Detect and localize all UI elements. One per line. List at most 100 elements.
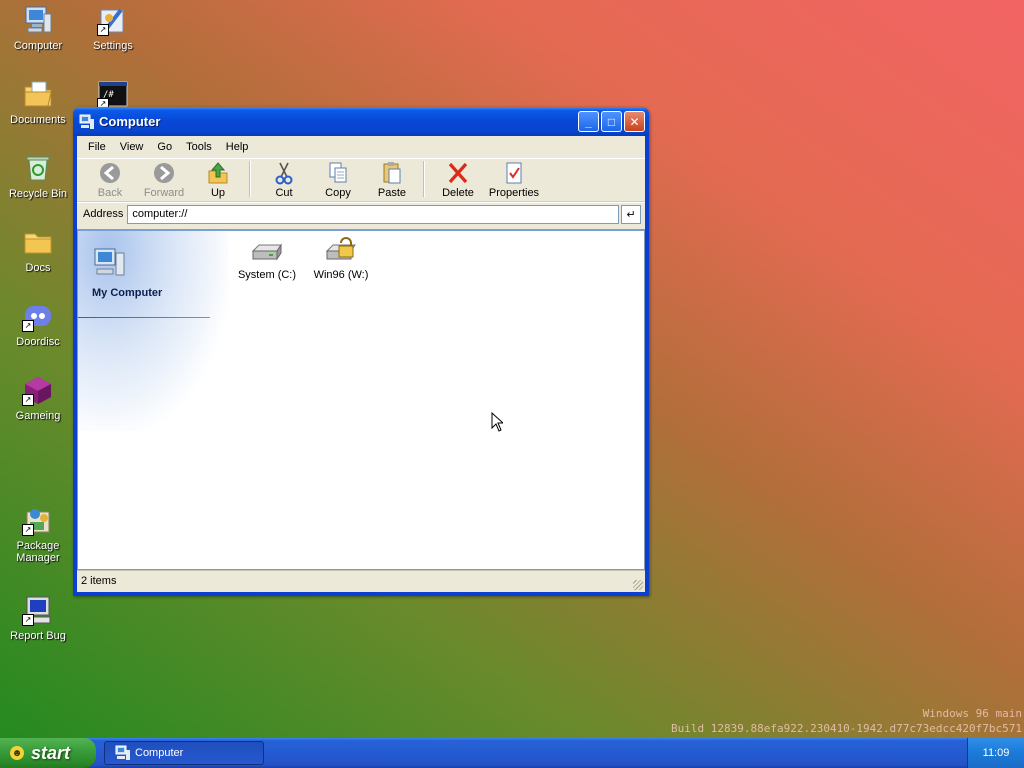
window-title: Computer (99, 114, 161, 129)
menu-go[interactable]: Go (150, 139, 179, 155)
status-text: 2 items (81, 575, 117, 587)
discord-icon: ↗ (22, 300, 54, 332)
forward-label: Forward (143, 187, 185, 199)
taskbar: ☻ start Computer 11:09 (0, 738, 1024, 768)
address-input[interactable]: computer:// (127, 204, 619, 224)
menu-view[interactable]: View (113, 139, 151, 155)
up-button[interactable]: Up (191, 161, 245, 199)
status-bar: 2 items (77, 570, 645, 592)
scissors-icon (275, 162, 293, 185)
close-button[interactable]: ✕ (624, 111, 645, 132)
cut-label: Cut (275, 187, 293, 199)
computer-window: Computer _ □ ✕ File View Go Tools Help B… (73, 107, 649, 596)
side-panel-divider (78, 317, 210, 318)
clock: 11:09 (982, 747, 1010, 759)
forward-arrow-icon (154, 163, 174, 183)
toolbar-separator (249, 161, 251, 197)
toolbar: Back Forward Up Cut Copy Paste Delete Pr… (77, 159, 645, 202)
side-panel: My Computer (78, 231, 228, 431)
desktop-icon-label: Doordisc (16, 336, 60, 348)
drive-label: Win96 (W:) (313, 269, 369, 281)
side-panel-title: My Computer (92, 287, 163, 299)
cut-button[interactable]: Cut (257, 161, 311, 199)
desktop-icon-recycle-bin[interactable]: Recycle Bin (1, 152, 75, 200)
computer-icon (79, 114, 94, 129)
desktop-icon-label: Documents (10, 114, 66, 126)
maximize-button[interactable]: □ (601, 111, 622, 132)
system-tray[interactable]: 11:09 (967, 738, 1024, 768)
menu-file[interactable]: File (81, 139, 113, 155)
shortcut-arrow-icon: ↗ (97, 24, 109, 36)
hard-drive-icon (251, 243, 282, 261)
folder-icon (22, 226, 54, 258)
minimize-button[interactable]: _ (578, 111, 599, 132)
desktop-icon-label: Gameing (15, 410, 61, 422)
delete-button[interactable]: Delete (431, 161, 485, 199)
watermark-line-1: Windows 96 main (922, 707, 1022, 720)
terminal-icon: /# ↗ (97, 78, 129, 110)
back-arrow-icon (100, 163, 120, 183)
up-folder-icon (208, 162, 228, 184)
shortcut-arrow-icon: ↗ (22, 524, 34, 536)
taskbar-button-label: Computer (135, 747, 184, 759)
menu-tools[interactable]: Tools (179, 139, 219, 155)
desktop-icon-label: Settings (93, 40, 133, 52)
drive-item[interactable]: Win96 (W:) (306, 237, 376, 281)
properties-icon (506, 162, 522, 184)
resize-grip-icon[interactable] (633, 580, 643, 590)
desktop-icon-label: Docs (25, 262, 51, 274)
desktop-icon-gameing[interactable]: ↗ Gameing (1, 374, 75, 422)
build-watermark: Windows 96 main Build 12839.88efa922.230… (671, 706, 1022, 736)
game-icon: ↗ (22, 374, 54, 406)
properties-label: Properties (488, 187, 540, 199)
window-body: File View Go Tools Help Back Forward Up … (77, 136, 645, 592)
paste-icon (383, 162, 401, 184)
desktop-icon-docs[interactable]: Docs (1, 226, 75, 274)
report-bug-icon: ↗ (22, 594, 54, 626)
desktop-icon-computer[interactable]: Computer (1, 4, 75, 52)
paste-button[interactable]: Paste (365, 161, 419, 199)
shortcut-arrow-icon: ↗ (22, 394, 34, 406)
computer-icon (22, 4, 54, 36)
copy-icon (329, 162, 347, 183)
desktop-icon-settings[interactable]: ↗ Settings (76, 4, 150, 52)
back-button[interactable]: Back (83, 161, 137, 199)
desktop-icon-label: Report Bug (10, 630, 66, 642)
desktop-icon-doordisc[interactable]: ↗ Doordisc (1, 300, 75, 348)
package-manager-icon: ↗ (22, 504, 54, 536)
file-view[interactable]: My Computer System (C:) Win96 (W:) (77, 229, 645, 570)
taskbar-button-computer[interactable]: Computer (104, 741, 264, 765)
start-logo-icon: ☻ (10, 746, 24, 760)
toolbar-separator (423, 161, 425, 197)
forward-button[interactable]: Forward (137, 161, 191, 199)
desktop-icon-package-manager[interactable]: ↗ Package Manager (1, 504, 75, 564)
delete-x-icon (448, 162, 468, 184)
address-bar: Address computer:// ↵ (77, 202, 645, 225)
shortcut-arrow-icon: ↗ (22, 614, 34, 626)
copy-button[interactable]: Copy (311, 161, 365, 199)
recycle-bin-icon (22, 152, 54, 184)
drive-item[interactable]: System (C:) (232, 237, 302, 281)
desktop-icon-report-bug[interactable]: ↗ Report Bug (1, 594, 75, 642)
go-button[interactable]: ↵ (621, 204, 641, 224)
watermark-line-2: Build 12839.88efa922.230410-1942.d77c73e… (671, 722, 1022, 735)
shortcut-arrow-icon: ↗ (22, 320, 34, 332)
mouse-cursor-icon (491, 412, 503, 432)
window-titlebar[interactable]: Computer _ □ ✕ (73, 107, 649, 136)
locked-drive-icon (325, 237, 356, 260)
my-computer-icon (94, 248, 125, 276)
address-label: Address (83, 208, 124, 220)
delete-label: Delete (442, 187, 474, 199)
copy-label: Copy (325, 187, 351, 199)
properties-button[interactable]: Properties (485, 161, 543, 199)
settings-icon: ↗ (97, 4, 129, 36)
desktop-icon-label: Package Manager (16, 540, 60, 564)
desktop-icon-label: Computer (13, 40, 63, 52)
start-button[interactable]: ☻ start (0, 738, 96, 768)
start-label: start (31, 742, 71, 763)
menu-help[interactable]: Help (219, 139, 256, 155)
desktop-icon-documents[interactable]: Documents (1, 78, 75, 126)
paste-label: Paste (377, 187, 407, 199)
desktop-icon-label: Recycle Bin (8, 188, 68, 200)
up-label: Up (210, 187, 226, 199)
